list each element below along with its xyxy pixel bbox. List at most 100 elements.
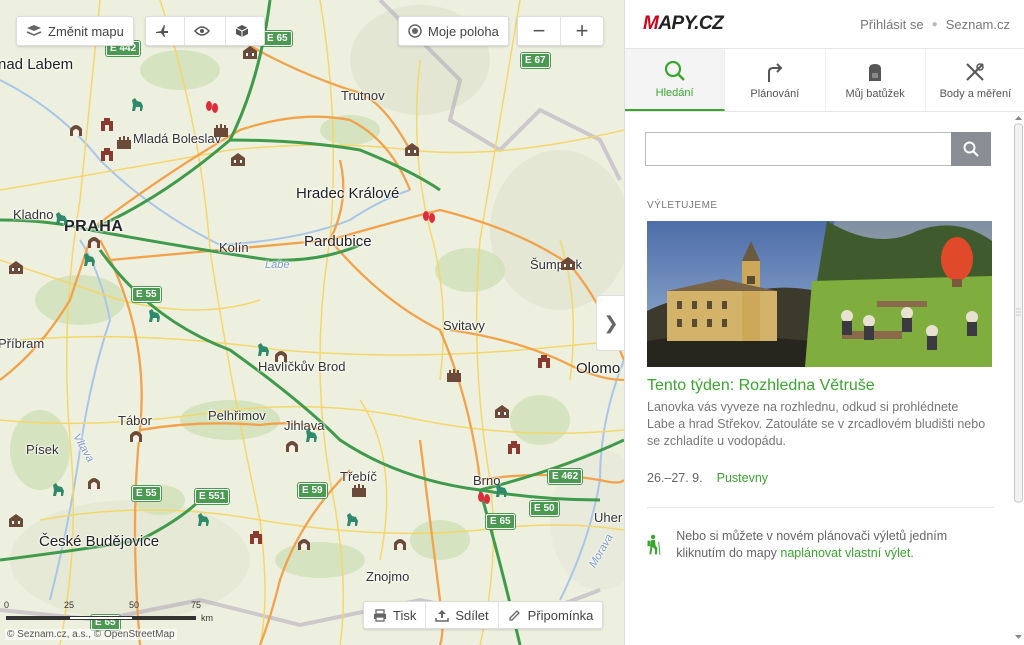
road-shield: E 67 <box>521 53 550 68</box>
collapse-panel-button[interactable]: ❯ <box>596 295 624 351</box>
trip-tip-icon[interactable] <box>476 491 492 507</box>
print-icon <box>374 608 386 622</box>
scale-tick: 75 <box>191 600 202 610</box>
my-location-button[interactable]: Moje poloha <box>399 17 508 45</box>
scale-bar: 0 25 50 75 km <box>4 600 216 626</box>
search-input[interactable] <box>645 132 951 166</box>
road-shield: E 55 <box>132 486 161 501</box>
road-shield: E 65 <box>263 31 292 46</box>
castle-icon[interactable] <box>351 482 367 498</box>
zoo-icon[interactable] <box>255 341 271 357</box>
ruin-icon[interactable] <box>248 529 264 545</box>
panel-tabs: Hledání Plánování Můj batůžek Body a měř… <box>625 49 1024 112</box>
city-label: Příbram <box>0 336 45 351</box>
search-box <box>645 132 991 166</box>
mapy-logo[interactable]: MAPY.CZ <box>643 13 724 35</box>
zoo-icon[interactable] <box>344 511 360 527</box>
zoom-toolbar: − + <box>517 16 604 46</box>
scale-tick: 0 <box>4 600 10 610</box>
pencil-icon <box>508 609 520 621</box>
ruin-icon[interactable] <box>99 146 115 162</box>
cave-icon[interactable] <box>128 427 144 443</box>
tab-planning[interactable]: Plánování <box>725 49 826 111</box>
zoo-icon[interactable] <box>195 511 211 527</box>
map-mode-toolbar <box>145 16 265 46</box>
city-label: nad Labem <box>0 56 74 73</box>
panel-scrollbar[interactable] <box>1014 114 1023 644</box>
reminder-button[interactable]: Připomínka <box>497 602 603 628</box>
castle-icon[interactable] <box>446 367 462 383</box>
share-button[interactable]: Sdílet <box>425 602 497 628</box>
city-label: Tábor <box>118 413 152 428</box>
city-label: Znojmo <box>366 569 410 584</box>
road-shield: E 55 <box>132 287 161 302</box>
zoo-icon[interactable] <box>493 482 509 498</box>
ruin-icon[interactable] <box>506 439 522 455</box>
article-tag-link[interactable]: Pustevny <box>717 471 768 485</box>
chateau-icon[interactable] <box>404 141 420 157</box>
article-title[interactable]: Tento týden: Rozhledna Větruše <box>647 377 875 395</box>
cave-icon[interactable] <box>392 535 408 551</box>
eye-icon <box>194 26 210 36</box>
zoo-icon[interactable] <box>129 96 145 112</box>
road-shield: E 551 <box>195 489 230 504</box>
copyright: © Seznam.cz, a.s., © OpenStreetMap <box>5 629 177 640</box>
cave-icon[interactable] <box>296 535 312 551</box>
zoo-icon[interactable] <box>303 427 319 443</box>
cave-icon[interactable] <box>284 437 300 453</box>
planner-promo: Nebo si můžete v novém plánovači výletů … <box>645 528 995 562</box>
hiker-icon <box>647 534 661 556</box>
location-icon <box>408 24 422 38</box>
tab-measure[interactable]: Body a měření <box>926 49 1024 111</box>
article-image[interactable] <box>647 221 992 367</box>
castle-icon[interactable] <box>213 122 229 138</box>
search-button[interactable] <box>951 132 991 166</box>
ruin-icon[interactable] <box>99 116 115 132</box>
login-link[interactable]: Přihlásit se <box>860 17 924 32</box>
trip-tip-icon[interactable] <box>204 100 220 116</box>
chateau-icon[interactable] <box>8 512 24 528</box>
seznam-link[interactable]: Seznam.cz <box>946 17 1010 32</box>
zoo-icon[interactable] <box>81 251 97 267</box>
change-map-button[interactable]: Změnit mapu <box>17 17 133 45</box>
zoom-out-button[interactable]: − <box>518 17 560 45</box>
zoo-icon[interactable] <box>50 481 66 497</box>
panorama-button[interactable] <box>184 17 225 45</box>
location-toolbar: Moje poloha <box>398 16 509 46</box>
chateau-icon[interactable] <box>494 403 510 419</box>
city-label: Pelhřimov <box>208 408 266 423</box>
zoom-in-button[interactable]: + <box>560 17 603 45</box>
ruin-icon[interactable] <box>536 353 552 369</box>
separator-dot: ● <box>931 18 938 30</box>
city-label: Uher <box>594 510 623 525</box>
search-icon <box>664 60 685 81</box>
measure-icon <box>966 62 985 81</box>
tab-backpack[interactable]: Můj batůžek <box>826 49 926 111</box>
print-button[interactable]: Tisk <box>364 602 425 628</box>
cube-icon <box>235 25 249 37</box>
chateau-icon[interactable] <box>242 44 258 60</box>
tab-search[interactable]: Hledání <box>625 49 726 111</box>
chateau-icon[interactable] <box>230 151 246 167</box>
cave-icon[interactable] <box>86 233 102 249</box>
city-label: Písek <box>26 442 59 457</box>
trip-tip-icon[interactable] <box>421 210 437 226</box>
road-shield: E 65 <box>486 514 515 529</box>
chateau-icon[interactable] <box>8 259 24 275</box>
castle-icon[interactable] <box>116 134 132 150</box>
map-canvas[interactable]: nad Labem Trutnov Mladá Boleslav Hradec … <box>0 0 624 645</box>
scale-tick: 50 <box>129 600 140 610</box>
city-label: Svitavy <box>443 318 485 333</box>
backpack-icon <box>869 63 882 81</box>
planner-link[interactable]: naplánovat vlastní výlet. <box>780 546 913 560</box>
cave-icon[interactable] <box>86 474 102 490</box>
zoo-icon[interactable] <box>53 210 69 226</box>
road-shield: E 462 <box>548 469 583 484</box>
scale-tick: 25 <box>64 600 75 610</box>
chateau-icon[interactable] <box>560 255 576 271</box>
3d-button[interactable] <box>225 17 264 45</box>
airplane-button[interactable] <box>146 17 184 45</box>
cave-icon[interactable] <box>273 347 289 363</box>
cave-icon[interactable] <box>68 121 84 137</box>
zoo-icon[interactable] <box>146 307 162 323</box>
